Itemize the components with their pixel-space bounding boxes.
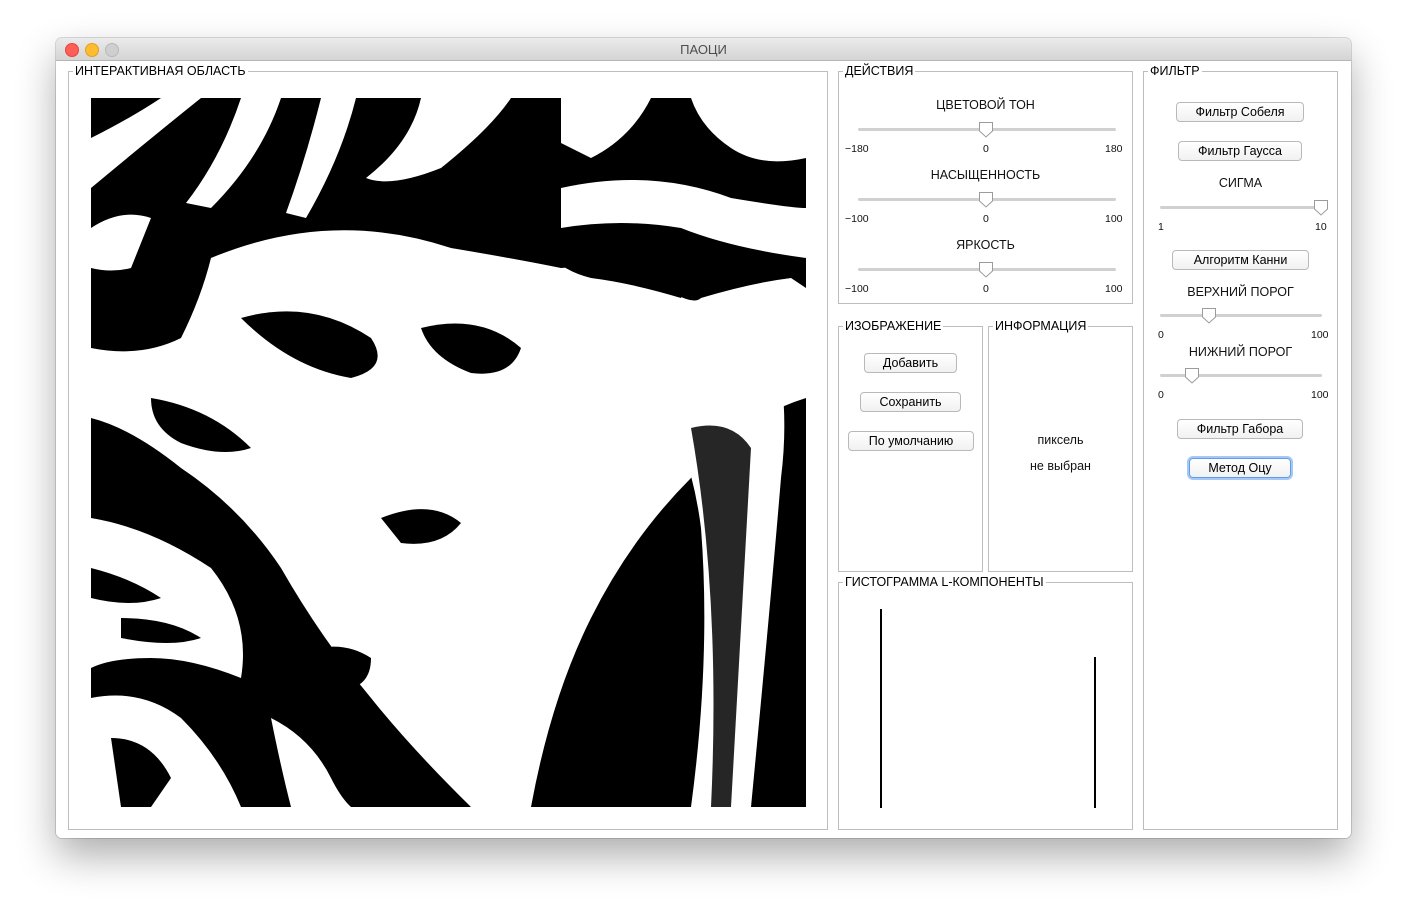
brightness-slider-knob[interactable] (978, 261, 994, 278)
sigma-slider-min: 1 (1158, 221, 1164, 233)
pixel-info-line1: пиксель (1037, 433, 1084, 447)
otsu-method-button[interactable]: Метод Оцу (1189, 458, 1291, 478)
histogram-panel: ГИСТОГРАММА L-КОМПОНЕНТЫ (838, 575, 1133, 830)
brightness-slider-label: ЯРКОСТЬ (956, 238, 1015, 252)
image-panel: ИЗОБРАЖЕНИЕ Добавить Сохранить По умолча… (838, 319, 983, 572)
sobel-filter-button[interactable]: Фильтр Собеля (1176, 102, 1304, 122)
lower-threshold-knob[interactable] (1184, 367, 1200, 384)
lower-threshold-max: 100 (1311, 389, 1329, 401)
app-window: ПАОЦИ ИНТЕРАКТИВНАЯ ОБЛАСТЬ ДЕЙСТВИЯ ЦВЕ… (56, 38, 1351, 838)
sigma-slider-label: СИГМА (1218, 176, 1263, 190)
brightness-slider-max: 100 (1105, 283, 1123, 295)
saturation-slider-knob[interactable] (978, 191, 994, 208)
filter-panel: ФИЛЬТР Фильтр Собеля Фильтр Гаусса СИГМА… (1143, 64, 1338, 830)
upper-threshold-track[interactable] (1160, 314, 1322, 317)
content-area: ИНТЕРАКТИВНАЯ ОБЛАСТЬ ДЕЙСТВИЯ ЦВЕТОВОЙ … (56, 61, 1351, 838)
reset-default-button[interactable]: По умолчанию (848, 431, 974, 451)
saturation-slider-label: НАСЫЩЕННОСТЬ (930, 168, 1041, 182)
hue-slider-mid: 0 (983, 143, 989, 155)
hue-slider-min: −180 (845, 143, 869, 155)
actions-legend: ДЕЙСТВИЯ (845, 64, 914, 78)
info-legend: ИНФОРМАЦИЯ (995, 319, 1087, 333)
histogram-legend: ГИСТОГРАММА L-КОМПОНЕНТЫ (845, 575, 1044, 589)
pixel-info-line2: не выбран (1030, 459, 1091, 473)
sigma-slider-max: 10 (1315, 221, 1327, 233)
lower-threshold-min: 0 (1158, 389, 1164, 401)
upper-threshold-knob[interactable] (1201, 307, 1217, 324)
lower-threshold-label: НИЖНИЙ ПОРОГ (1188, 345, 1293, 359)
brightness-slider-min: −100 (845, 283, 869, 295)
gauss-filter-button[interactable]: Фильтр Гаусса (1178, 141, 1302, 161)
hue-slider-knob[interactable] (978, 121, 994, 138)
add-image-button[interactable]: Добавить (864, 353, 957, 373)
sigma-slider-knob[interactable] (1313, 199, 1329, 216)
actions-panel: ДЕЙСТВИЯ ЦВЕТОВОЙ ТОН −180 0 180 НАСЫЩЕН… (838, 64, 1133, 304)
upper-threshold-label: ВЕРХНИЙ ПОРОГ (1187, 285, 1294, 299)
upper-threshold-min: 0 (1158, 329, 1164, 341)
saturation-slider-min: −100 (845, 213, 869, 225)
interactive-area-panel: ИНТЕРАКТИВНАЯ ОБЛАСТЬ (68, 64, 828, 830)
histogram-bar-white (1094, 657, 1096, 808)
binarized-dog-image[interactable] (91, 98, 806, 807)
hue-slider-label: ЦВЕТОВОЙ ТОН (936, 98, 1035, 112)
brightness-slider-mid: 0 (983, 283, 989, 295)
canny-algorithm-button[interactable]: Алгоритм Канни (1172, 250, 1309, 270)
upper-threshold-max: 100 (1311, 329, 1329, 341)
saturation-slider-mid: 0 (983, 213, 989, 225)
hue-slider-max: 180 (1105, 143, 1123, 155)
saturation-slider-max: 100 (1105, 213, 1123, 225)
window-title: ПАОЦИ (680, 42, 727, 57)
interactive-area-legend: ИНТЕРАКТИВНАЯ ОБЛАСТЬ (75, 64, 246, 78)
filter-legend: ФИЛЬТР (1150, 64, 1200, 78)
save-image-button[interactable]: Сохранить (860, 392, 961, 412)
histogram-bar-black (880, 609, 882, 808)
gabor-filter-button[interactable]: Фильтр Габора (1177, 419, 1303, 439)
image-legend: ИЗОБРАЖЕНИЕ (845, 319, 942, 333)
title-bar: ПАОЦИ (56, 38, 1351, 61)
sigma-slider-track[interactable] (1160, 206, 1322, 209)
info-panel: ИНФОРМАЦИЯ пиксель не выбран (988, 319, 1133, 572)
